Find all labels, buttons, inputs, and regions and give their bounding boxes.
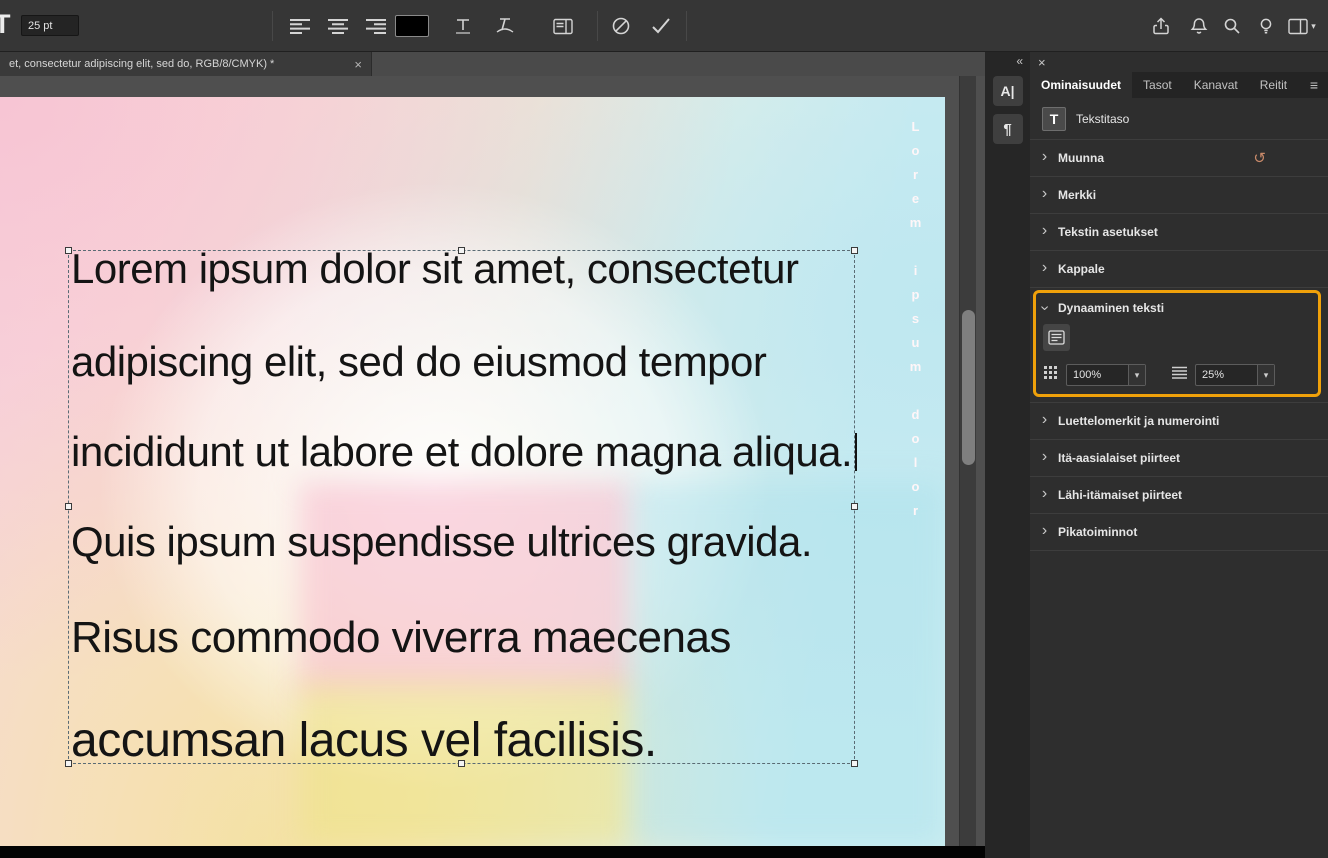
transform-handle-middle-left[interactable] — [65, 503, 72, 510]
font-size-input[interactable] — [21, 15, 79, 36]
reset-transform-icon[interactable]: ↺ — [1253, 149, 1266, 167]
panel-dock-strip: « A| ¶ — [985, 52, 1030, 858]
photoshop-window: T 25 pt ▾ et, consectetur adipiscing eli… — [0, 0, 1328, 858]
text-layer-bounding-box[interactable]: Lorem ipsum dolor sit amet, consectetur … — [65, 245, 858, 767]
line-spacing-icon — [1172, 366, 1187, 384]
transform-handle-middle-right[interactable] — [851, 503, 858, 510]
collapse-dock-icon[interactable]: « — [1016, 55, 1023, 68]
chevron-right-icon: › — [1041, 148, 1048, 165]
vertical-text-layer: Lorem ipsum dolor — [908, 119, 923, 527]
toolbar-separator — [597, 11, 598, 41]
warp-text-icon[interactable] — [492, 14, 518, 38]
document-area: et, consectetur adipiscing elit, sed do,… — [0, 52, 985, 858]
transform-handle-bottom-middle[interactable] — [457, 760, 465, 767]
type-tool-icon: T — [0, 9, 11, 39]
section-lahi-itamaiset[interactable]: › Lähi-itämaiset piirteet — [1030, 477, 1328, 514]
cancel-edits-icon[interactable] — [608, 14, 634, 38]
canvas-text-line: Quis ipsum suspendisse ultrices gravida. — [71, 518, 813, 565]
scale-value: 100% — [1073, 369, 1102, 381]
properties-panel: × Ominaisuudet Tasot Kanavat Reitit ≡ T … — [1030, 52, 1328, 858]
section-pikatoiminnot[interactable]: › Pikatoiminnot — [1030, 514, 1328, 551]
canvas-text-line: incididunt ut labore et dolore magna ali… — [71, 428, 858, 480]
close-panel-icon[interactable]: × — [1038, 56, 1046, 69]
section-dynaaminen-teksti: › Dynaaminen teksti 100% ▾ 25% ▾ — [1030, 288, 1328, 403]
tab-ominaisuudet[interactable]: Ominaisuudet — [1030, 72, 1133, 98]
close-icon[interactable]: × — [354, 58, 362, 71]
bottom-bar — [0, 846, 985, 858]
spacing-dropdown[interactable]: 25% ▾ — [1195, 364, 1275, 386]
document-tab[interactable]: et, consectetur adipiscing elit, sed do,… — [0, 52, 372, 76]
text-style-icon[interactable] — [450, 14, 476, 38]
transform-handle-bottom-right[interactable] — [851, 760, 858, 767]
section-ita-aasialaiset[interactable]: › Itä-aasialaiset piirteet — [1030, 440, 1328, 477]
chevron-right-icon: › — [1041, 411, 1048, 428]
transform-handle-top-middle[interactable] — [457, 247, 465, 254]
tab-tasot[interactable]: Tasot — [1132, 72, 1183, 98]
chevron-down-icon: ▾ — [1311, 20, 1316, 31]
document-tab-bar: et, consectetur adipiscing elit, sed do,… — [0, 52, 985, 76]
align-right-button[interactable] — [363, 14, 389, 38]
text-color-swatch[interactable] — [395, 15, 429, 37]
chevron-right-icon: › — [1041, 222, 1048, 239]
chevron-right-icon: › — [1041, 448, 1048, 465]
text-layer-thumbnail-icon: T — [1042, 106, 1066, 131]
workspace: et, consectetur adipiscing elit, sed do,… — [0, 52, 1328, 858]
spacing-value: 25% — [1202, 369, 1225, 381]
panel-tab-bar: Ominaisuudet Tasot Kanavat Reitit ≡ — [1030, 72, 1328, 98]
canvas-text-line: Risus commodo viverra maecenas — [71, 613, 731, 662]
panels-toggle-icon[interactable] — [550, 14, 576, 38]
panel-header: × — [1030, 52, 1328, 72]
toolbar-separator — [686, 11, 687, 41]
layer-type-label: Tekstitaso — [1076, 111, 1130, 126]
scale-dropdown[interactable]: 100% ▾ — [1066, 364, 1146, 386]
canvas-text-line: Lorem ipsum dolor sit amet, consectetur — [71, 245, 799, 292]
chevron-right-icon: › — [1041, 259, 1048, 276]
tab-kanavat[interactable]: Kanavat — [1183, 72, 1249, 98]
transform-handle-top-right[interactable] — [851, 247, 858, 254]
toolbar-separator — [272, 11, 273, 41]
section-merkki[interactable]: › Merkki — [1030, 177, 1328, 214]
section-tekstin-asetukset[interactable]: › Tekstin asetukset — [1030, 214, 1328, 251]
align-left-button[interactable] — [287, 14, 313, 38]
section-kappale[interactable]: › Kappale — [1030, 251, 1328, 288]
document-tab-label: et, consectetur adipiscing elit, sed do,… — [9, 58, 275, 70]
section-muunna[interactable]: › Muunna ↺ — [1030, 140, 1328, 177]
canvas[interactable]: Lorem ipsum dolor sit amet, consectetur … — [0, 97, 945, 846]
chevron-right-icon: › — [1041, 185, 1048, 202]
transform-handle-top-left[interactable] — [65, 247, 72, 254]
chevron-right-icon: › — [1041, 522, 1048, 539]
chevron-down-icon[interactable]: ▾ — [1128, 365, 1145, 385]
options-bar: T 25 pt ▾ — [0, 0, 1328, 52]
chevron-right-icon: › — [1041, 485, 1048, 502]
vertical-scrollbar[interactable] — [959, 76, 976, 846]
character-panel-button[interactable]: A| — [992, 76, 1023, 106]
canvas-text-line: adipiscing elit, sed do eiusmod tempor — [71, 338, 767, 385]
panel-menu-icon[interactable]: ≡ — [1300, 72, 1328, 98]
transform-handle-bottom-left[interactable] — [65, 760, 72, 767]
chevron-down-icon[interactable]: ▾ — [1257, 365, 1274, 385]
search-icon[interactable] — [1219, 14, 1245, 38]
alignment-group — [287, 14, 389, 38]
chevron-down-icon: › — [1036, 305, 1054, 311]
canvas-region: Lorem ipsum dolor sit amet, consectetur … — [0, 76, 985, 846]
grid-icon — [1043, 365, 1058, 385]
tab-reitit[interactable]: Reitit — [1249, 72, 1298, 98]
dynamic-text-header[interactable]: › Dynaaminen teksti — [1030, 295, 1328, 324]
layer-type-row: T Tekstitaso — [1030, 98, 1328, 140]
commit-edits-icon[interactable] — [648, 14, 674, 38]
panel-empty-area — [1030, 551, 1328, 858]
text-cursor — [855, 433, 858, 471]
dynamic-text-options-button[interactable] — [1043, 324, 1070, 351]
align-center-button[interactable] — [325, 14, 351, 38]
canvas-text-line: accumsan lacus vel facilisis. — [71, 714, 657, 767]
notifications-bell-icon[interactable] — [1186, 14, 1212, 38]
section-luettelomerkit[interactable]: › Luettelomerkit ja numerointi — [1030, 403, 1328, 440]
scrollbar-thumb[interactable] — [962, 310, 975, 465]
workspace-switcher-icon[interactable]: ▾ — [1282, 14, 1322, 38]
dynamic-text-controls: 100% ▾ 25% ▾ — [1043, 364, 1328, 386]
discover-icon[interactable] — [1253, 14, 1279, 38]
paragraph-panel-button[interactable]: ¶ — [992, 114, 1023, 144]
share-icon[interactable] — [1148, 14, 1174, 38]
dock-header: « — [985, 52, 1030, 68]
